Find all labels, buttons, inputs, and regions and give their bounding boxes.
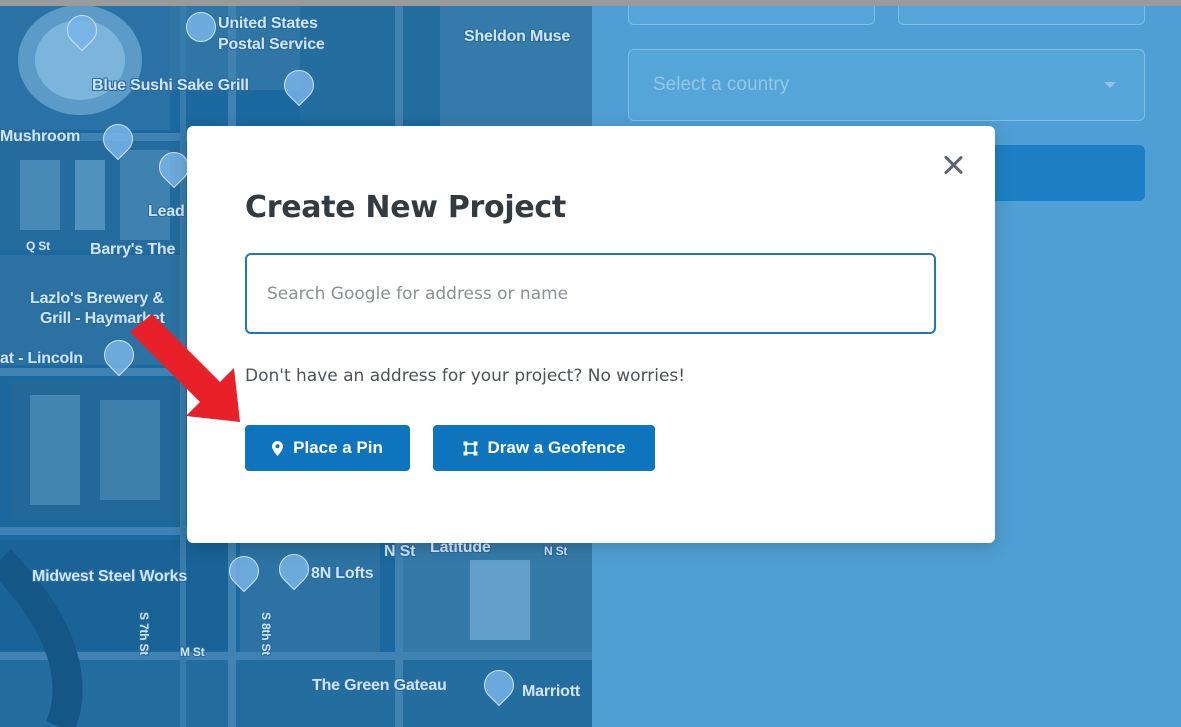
map-label: The Green Gateau <box>312 677 447 694</box>
map-marker-icon <box>272 440 284 456</box>
map-label: Lazlo's Brewery & <box>30 290 164 307</box>
address-search-input[interactable] <box>245 253 936 334</box>
map-label: Marriott <box>522 683 580 700</box>
modal-title: Create New Project <box>245 190 566 225</box>
create-project-modal: Create New Project Don't have an address… <box>187 126 995 543</box>
map-label: Mushroom <box>0 128 81 145</box>
place-pin-label: Place a Pin <box>293 438 383 457</box>
no-address-hint: Don't have an address for your project? … <box>245 366 686 386</box>
draw-geofence-label: Draw a Geofence <box>487 438 626 457</box>
country-select-placeholder: Select a country <box>653 74 790 95</box>
map-label: Midwest Steel Works <box>32 568 188 585</box>
window-top-border <box>0 0 1181 6</box>
map-label: Lead <box>148 203 185 220</box>
country-select[interactable]: Select a country <box>628 49 1145 121</box>
map-label: Sheldon Muse <box>464 28 571 45</box>
map-label: Q St <box>26 239 50 253</box>
mail-pin-icon[interactable] <box>186 12 216 42</box>
map-label: Postal Service <box>218 36 325 53</box>
place-pin-button[interactable]: Place a Pin <box>245 425 410 471</box>
close-icon[interactable] <box>939 151 967 179</box>
map-label: N St <box>544 544 568 558</box>
chevron-down-icon <box>1104 82 1116 88</box>
red-arrow-annotation <box>130 314 240 422</box>
map-label: Barry's The <box>90 241 176 258</box>
map-label: Blue Sushi Sake Grill <box>92 77 249 94</box>
map-label: at - Lincoln <box>0 350 83 367</box>
map-label: United States <box>218 15 318 32</box>
map-label: 8N Lofts <box>311 565 374 582</box>
map-label: S 8th St <box>259 612 273 656</box>
map-label: S 7th St <box>137 612 151 656</box>
map-label: M St <box>180 645 205 659</box>
draw-geofence-button[interactable]: Draw a Geofence <box>433 425 655 471</box>
map-label: N St <box>384 543 416 560</box>
geofence-polygon-icon <box>463 441 478 455</box>
